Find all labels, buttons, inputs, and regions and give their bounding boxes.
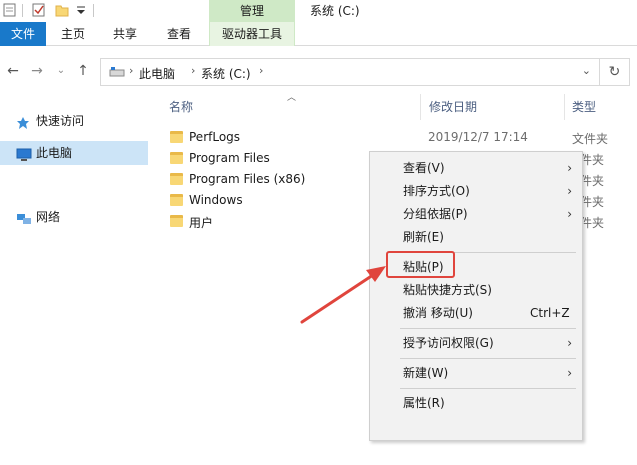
back-icon[interactable]: ← (4, 61, 22, 81)
breadcrumb-separator-icon[interactable]: › (191, 64, 195, 77)
context-menu: 查看(V) › 排序方式(O) › 分组依据(P) › 刷新(E) 粘贴(P) … (369, 151, 583, 441)
navigation-pane: 快速访问 此电脑 网络 (0, 95, 150, 465)
file-name: Program Files (189, 151, 270, 165)
divider (93, 4, 94, 17)
menu-item-label: 粘贴快捷方式(S) (403, 283, 492, 297)
window-title: 系统 (C:) (310, 4, 360, 18)
sidebar-item-network[interactable]: 网络 (0, 205, 148, 229)
folder-icon (170, 173, 183, 185)
menu-item-group-by[interactable]: 分组依据(P) › (370, 203, 582, 225)
file-name: 用户 (189, 216, 214, 230)
menu-item-label: 分组依据(P) (403, 207, 468, 221)
file-name: Program Files (x86) (189, 172, 306, 186)
file-date: 2019/12/7 17:14 (428, 130, 528, 144)
sort-ascending-icon: ︿ (287, 93, 297, 103)
chevron-right-icon: › (567, 161, 572, 175)
menu-item-label: 刷新(E) (403, 230, 444, 244)
divider (22, 4, 23, 17)
folder-icon (170, 152, 183, 164)
tab-home[interactable]: 主页 (52, 22, 94, 46)
folder-icon (170, 131, 183, 143)
menu-item-shortcut: Ctrl+Z (530, 306, 570, 320)
menu-item-refresh[interactable]: 刷新(E) (370, 226, 582, 248)
sidebar-item-label: 快速访问 (36, 114, 85, 128)
menu-item-new[interactable]: 新建(W) › (370, 362, 582, 384)
folder-icon[interactable] (55, 3, 69, 17)
drive-icon (109, 66, 125, 81)
sidebar-item-label: 网络 (36, 210, 61, 224)
breadcrumb-system-drive[interactable]: 系统 (C:) (201, 65, 251, 82)
address-bar[interactable]: › 此电脑 › 系统 (C:) › ⌄ (100, 58, 600, 86)
menu-item-give-access[interactable]: 授予访问权限(G) › (370, 332, 582, 354)
menu-item-label: 授予访问权限(G) (403, 336, 494, 350)
file-type: 件夹 (580, 195, 605, 209)
table-row[interactable]: PerfLogs 2019/12/7 17:14 文件夹 (152, 127, 637, 148)
column-divider[interactable] (420, 94, 421, 120)
menu-item-label: 撤消 移动(U) (403, 306, 473, 320)
file-name: Windows (189, 193, 243, 207)
checkmark-icon[interactable] (32, 3, 46, 17)
network-icon (16, 210, 31, 224)
sidebar-item-label: 此电脑 (36, 146, 73, 160)
folder-icon (170, 194, 183, 206)
column-header-date[interactable]: 修改日期 (429, 98, 477, 115)
file-type: 件夹 (580, 153, 605, 167)
sidebar-item-quick-access[interactable]: 快速访问 (0, 109, 148, 133)
tab-drive-tools[interactable]: 驱动器工具 (209, 22, 295, 46)
menu-separator (400, 358, 576, 359)
tab-file[interactable]: 文件 (0, 22, 46, 46)
menu-item-label: 查看(V) (403, 161, 445, 175)
column-divider[interactable] (564, 94, 565, 120)
sidebar-item-this-pc[interactable]: 此电脑 (0, 141, 148, 165)
tab-view[interactable]: 查看 (158, 22, 200, 46)
refresh-icon[interactable]: ↻ (600, 58, 630, 86)
menu-item-label: 新建(W) (403, 366, 449, 380)
tab-share[interactable]: 共享 (104, 22, 146, 46)
file-type: 件夹 (580, 174, 605, 188)
recent-locations-icon[interactable]: ⌄ (52, 61, 70, 81)
chevron-right-icon: › (567, 184, 572, 198)
annotation-highlight-box (386, 251, 455, 278)
chevron-right-icon: › (567, 207, 572, 221)
folder-icon (170, 215, 183, 227)
breadcrumb-separator-icon[interactable]: › (129, 64, 133, 77)
menu-item-properties[interactable]: 属性(R) (370, 392, 582, 414)
chevron-down-icon[interactable]: ⌄ (582, 64, 591, 77)
forward-icon[interactable]: → (28, 61, 46, 81)
file-type: 件夹 (580, 216, 605, 230)
breadcrumb-separator-icon[interactable]: › (259, 64, 263, 77)
breadcrumb-this-pc[interactable]: 此电脑 (139, 65, 175, 82)
menu-item-undo-move[interactable]: 撤消 移动(U) Ctrl+Z (370, 302, 582, 324)
chevron-right-icon: › (567, 366, 572, 380)
menu-item-view[interactable]: 查看(V) › (370, 157, 582, 179)
ribbon-tabs: 文件 主页 共享 查看 驱动器工具 (0, 22, 637, 46)
menu-separator (400, 328, 576, 329)
menu-separator (400, 388, 576, 389)
menu-item-sort-by[interactable]: 排序方式(O) › (370, 180, 582, 202)
column-header-name[interactable]: 名称 (169, 98, 193, 115)
up-icon[interactable]: ↑ (74, 61, 92, 81)
chevron-right-icon: › (567, 336, 572, 350)
customize-quick-access-icon[interactable] (74, 3, 88, 17)
menu-item-label: 排序方式(O) (403, 184, 470, 198)
file-name: PerfLogs (189, 130, 241, 144)
menu-item-paste-shortcut[interactable]: 粘贴快捷方式(S) (370, 279, 582, 301)
manage-context-tab[interactable]: 管理 (209, 0, 295, 22)
navigation-bar: ← → ⌄ ↑ › 此电脑 › 系统 (C:) › ⌄ ↻ (0, 57, 637, 87)
pin-icon (16, 114, 30, 129)
column-header-type[interactable]: 类型 (572, 98, 596, 115)
title-bar: 管理 系统 (C:) (0, 0, 637, 22)
properties-icon[interactable] (3, 3, 17, 17)
file-type: 文件夹 (572, 132, 609, 146)
menu-item-label: 属性(R) (403, 396, 445, 410)
computer-icon (16, 146, 32, 161)
